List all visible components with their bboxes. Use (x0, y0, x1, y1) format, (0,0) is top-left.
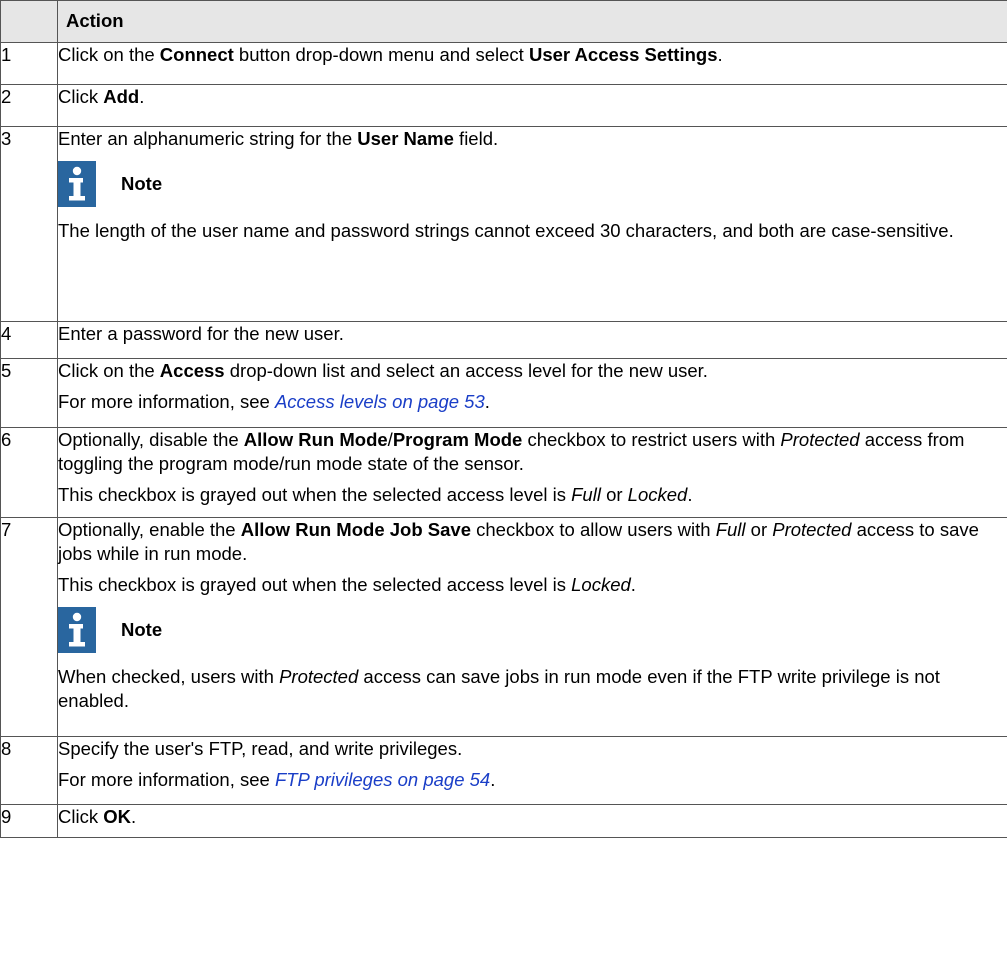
table-row: 6 Optionally, disable the Allow Run Mode… (0, 427, 1007, 518)
step-number: 1 (0, 42, 58, 85)
note-title: Note (121, 173, 163, 195)
step-action: Click on the Access drop-down list and s… (57, 358, 1007, 428)
step-text: Click OK. (58, 806, 137, 827)
step-action: Click Add. (57, 84, 1007, 127)
step-subtext: This checkbox is grayed out when the sel… (58, 484, 693, 506)
step-action: Optionally, enable the Allow Run Mode Jo… (57, 517, 1007, 737)
step-text: Enter an alphanumeric string for the Use… (58, 128, 499, 149)
info-icon (58, 161, 96, 208)
step-text: Click on the Connect button drop-down me… (58, 44, 723, 65)
table-row: 8 Specify the user's FTP, read, and writ… (0, 736, 1007, 805)
step-subtext: This checkbox is grayed out when the sel… (58, 574, 636, 596)
step-action: Enter a password for the new user. (57, 321, 1007, 359)
step-number: 3 (0, 126, 58, 322)
step-text: Specify the user's FTP, read, and write … (58, 738, 463, 759)
step-number: 8 (0, 736, 58, 805)
table-row: 5 Click on the Access drop-down list and… (0, 358, 1007, 428)
step-action: Specify the user's FTP, read, and write … (57, 736, 1007, 805)
access-levels-link[interactable]: Access levels on page 53 (275, 391, 485, 412)
step-text: Click on the Access drop-down list and s… (58, 360, 708, 381)
step-number: 6 (0, 427, 58, 518)
table-row: 3 Enter an alphanumeric string for the U… (0, 126, 1007, 322)
step-number: 9 (0, 804, 58, 838)
step-action: Click on the Connect button drop-down me… (57, 42, 1007, 85)
table-row: 2 Click Add. (0, 84, 1007, 127)
table-row: 7 Optionally, enable the Allow Run Mode … (0, 517, 1007, 737)
table-header-row: Action (0, 0, 1007, 43)
table-row: 1 Click on the Connect button drop-down … (0, 42, 1007, 85)
step-number: 4 (0, 321, 58, 359)
step-number: 7 (0, 517, 58, 737)
header-number-cell (0, 0, 58, 43)
step-text: Optionally, enable the Allow Run Mode Jo… (58, 519, 979, 565)
note-title: Note (121, 619, 163, 641)
step-text: Click Add. (58, 86, 145, 107)
table-row: 9 Click OK. (0, 804, 1007, 838)
note-header: Note (58, 607, 1007, 654)
ftp-privileges-link[interactable]: FTP privileges on page 54 (275, 769, 490, 790)
step-number: 5 (0, 358, 58, 428)
header-action-cell: Action (57, 0, 1007, 43)
note-text: The length of the user name and password… (58, 220, 954, 242)
more-info: For more information, see FTP privileges… (58, 769, 496, 791)
note-header: Note (58, 161, 1007, 208)
procedure-table: Action 1 Click on the Connect button dro… (0, 0, 1007, 838)
note-text: When checked, users with Protected acces… (58, 666, 940, 712)
step-text: Enter a password for the new user. (58, 323, 344, 344)
step-text: Optionally, disable the Allow Run Mode/P… (58, 429, 965, 475)
step-number: 2 (0, 84, 58, 127)
more-info: For more information, see Access levels … (58, 391, 490, 413)
step-action: Enter an alphanumeric string for the Use… (57, 126, 1007, 322)
table-row: 4 Enter a password for the new user. (0, 321, 1007, 359)
info-icon (58, 607, 96, 654)
step-action: Optionally, disable the Allow Run Mode/P… (57, 427, 1007, 518)
step-action: Click OK. (57, 804, 1007, 838)
